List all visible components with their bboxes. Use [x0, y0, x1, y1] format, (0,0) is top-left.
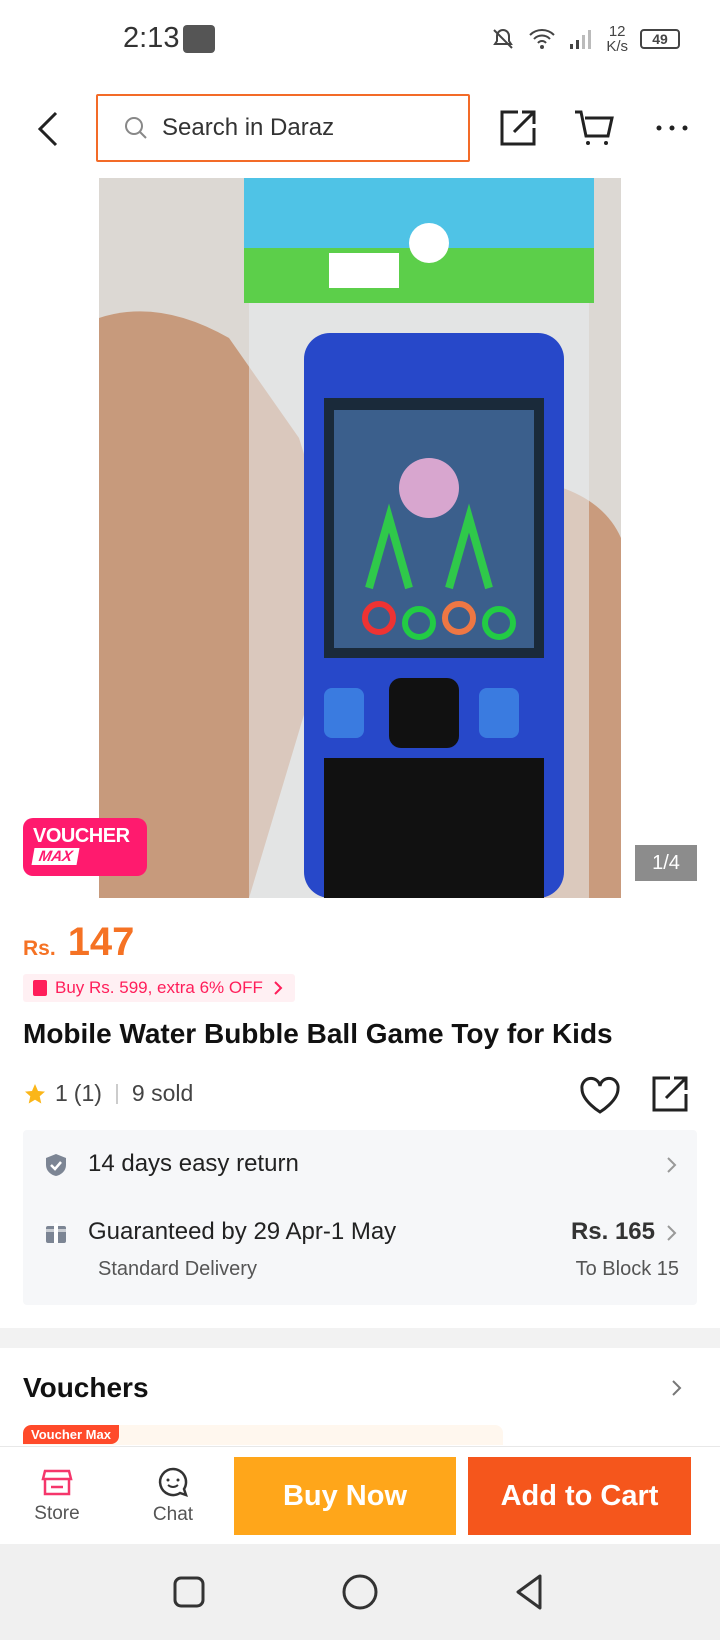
status-time: 2:13: [123, 22, 180, 54]
delivery-type: Standard Delivery: [98, 1258, 257, 1280]
price: Rs. 147: [23, 920, 134, 965]
delivery-card: 14 days easy return Guaranteed by 29 Apr…: [23, 1130, 697, 1305]
rating-row[interactable]: 1 (1) 9 sold: [23, 1080, 193, 1107]
store-button[interactable]: Store: [22, 1447, 92, 1545]
share-button[interactable]: [494, 104, 542, 152]
net-speed: 12 K/s: [606, 24, 628, 54]
delivery-fee: Rs. 165: [570, 1218, 655, 1245]
voucher-card[interactable]: Voucher Max: [23, 1425, 503, 1445]
recents-icon: [173, 1576, 205, 1608]
notification-icon: [183, 25, 215, 53]
delivery-destination: To Block 15: [575, 1258, 679, 1280]
chevron-left-icon: [37, 111, 58, 147]
wifi-icon: [529, 29, 556, 49]
image-counter: 1/4: [635, 845, 697, 881]
rating-value: 1: [55, 1080, 68, 1106]
battery-icon: 49: [640, 29, 680, 49]
status-bar: 2:13 12 K/s 49: [0, 0, 720, 80]
cart-icon: [575, 110, 614, 145]
add-to-cart-button[interactable]: Add to Cart: [468, 1457, 691, 1535]
system-nav-bar: [0, 1544, 720, 1640]
status-icons: 12 K/s 49: [490, 24, 680, 54]
delivery-row[interactable]: Guaranteed by 29 Apr-1 May Standard Deli…: [23, 1200, 697, 1305]
search-icon: [125, 117, 147, 139]
return-text: 14 days easy return: [88, 1150, 299, 1177]
star-icon: [25, 1083, 45, 1103]
product-image[interactable]: [99, 178, 621, 898]
store-icon: [41, 1469, 73, 1496]
recents-button[interactable]: [167, 1570, 211, 1614]
signal-icon: [570, 30, 592, 49]
chat-label: Chat: [152, 1504, 194, 1525]
net-speed-value: 12: [608, 23, 626, 40]
promo-text: Buy Rs. 599, extra 6% OFF: [55, 978, 263, 997]
share-icon: [500, 110, 536, 146]
wishlist-button[interactable]: [578, 1074, 622, 1118]
chevron-right-icon: [672, 1380, 682, 1396]
share-product-button[interactable]: [650, 1074, 694, 1118]
package-icon: [46, 1223, 66, 1243]
promo-tag[interactable]: Buy Rs. 599, extra 6% OFF: [23, 974, 295, 1002]
product-photo: [99, 178, 621, 898]
chevron-right-icon: [667, 1157, 677, 1173]
share-icon: [652, 1076, 688, 1112]
price-currency: Rs.: [23, 937, 56, 960]
home-button[interactable]: [338, 1570, 382, 1614]
net-speed-unit: K/s: [606, 38, 628, 55]
vouchers-heading: Vouchers: [23, 1372, 149, 1403]
more-icon: [656, 125, 688, 131]
chat-button[interactable]: Chat: [138, 1447, 208, 1545]
back-nav-button[interactable]: [508, 1570, 552, 1614]
voucher-badge-line1: VOUCHER: [33, 825, 130, 847]
search-placeholder: Search in Daraz: [162, 114, 335, 141]
voucher-max-badge: VOUCHER MAX: [23, 818, 147, 876]
sold-count: 9 sold: [131, 1080, 194, 1106]
triangle-back-icon: [516, 1574, 542, 1610]
back-button[interactable]: [28, 106, 68, 152]
home-icon: [342, 1574, 378, 1610]
section-divider: [0, 1328, 720, 1348]
header: Search in Daraz: [0, 84, 720, 174]
divider: [115, 1083, 118, 1104]
shield-check-icon: [46, 1154, 66, 1176]
coupon-icon: [33, 980, 47, 996]
chevron-right-icon: [667, 1225, 677, 1241]
search-input[interactable]: Search in Daraz: [96, 94, 470, 162]
guarantee-text: Guaranteed by 29 Apr-1 May: [88, 1218, 397, 1245]
cart-button[interactable]: [570, 104, 618, 152]
vouchers-more-button[interactable]: [670, 1378, 684, 1403]
heart-icon: [580, 1076, 620, 1114]
product-title: Mobile Water Bubble Ball Game Toy for Ki…: [23, 1018, 613, 1049]
price-value: 147: [67, 920, 135, 964]
bell-off-icon: [493, 28, 514, 49]
return-policy-row[interactable]: 14 days easy return: [23, 1130, 697, 1200]
buy-now-button[interactable]: Buy Now: [234, 1457, 456, 1535]
rating-count: (1): [73, 1080, 102, 1106]
action-bar: Store Chat Buy Now Add to Cart: [0, 1446, 720, 1544]
store-label: Store: [34, 1503, 80, 1524]
voucher-card-label: Voucher Max: [23, 1425, 119, 1444]
chat-icon: [158, 1467, 188, 1497]
more-options-button[interactable]: [648, 104, 696, 152]
voucher-badge-line2: MAX: [31, 848, 80, 865]
chevron-right-icon: [274, 981, 283, 995]
